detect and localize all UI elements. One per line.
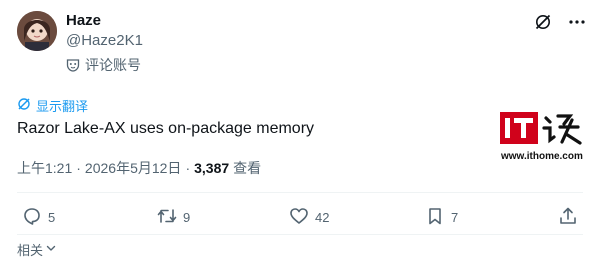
reply-count: 5: [48, 210, 56, 225]
top-actions: [534, 13, 586, 31]
tweet-date[interactable]: 2026年5月12日: [85, 158, 182, 178]
reply-icon: [22, 206, 42, 229]
reply-button[interactable]: 5: [22, 206, 55, 229]
views-count: 3,387: [194, 160, 230, 176]
mask-icon: [66, 58, 80, 72]
divider-top: [17, 192, 583, 193]
retweet-icon: [157, 206, 177, 229]
retweet-count: 9: [183, 210, 191, 225]
like-button[interactable]: 42: [289, 206, 329, 229]
ithome-logo: [500, 108, 588, 148]
meta-separator: ·: [185, 160, 191, 176]
more-options-icon[interactable]: [568, 13, 586, 31]
author-display-name[interactable]: Haze: [66, 12, 101, 30]
bookmark-icon: [425, 206, 445, 229]
like-count: 42: [315, 210, 330, 225]
tweet-meta: 上午1:21 · 2026年5月12日 · 3,387 查看: [17, 158, 261, 178]
related-dropdown[interactable]: 相关: [17, 240, 57, 259]
show-translation-link[interactable]: 显示翻译: [17, 96, 88, 115]
tweet-text: Razor Lake-AX uses on-package memory: [17, 120, 315, 137]
related-label: 相关: [17, 243, 44, 258]
tweet-actions: 5 9 42 7: [22, 206, 582, 228]
avatar[interactable]: [17, 11, 57, 51]
share-button[interactable]: [558, 206, 578, 229]
ithome-watermark: www.ithome.com: [494, 108, 594, 168]
views-label: 查看: [233, 160, 262, 176]
bookmark-count: 7: [451, 210, 459, 225]
show-translation-label: 显示翻译: [36, 99, 89, 114]
author-handle[interactable]: @Haze2K1: [66, 32, 143, 50]
share-icon: [558, 206, 578, 229]
translate-icon: [17, 97, 31, 114]
heart-icon: [289, 206, 309, 229]
retweet-button[interactable]: 9: [157, 206, 190, 229]
meta-separator: ·: [76, 160, 81, 176]
chevron-down-icon: [45, 242, 57, 257]
account-badge-label: 评论账号: [85, 57, 141, 73]
grok-icon[interactable]: [534, 13, 552, 31]
tweet-time[interactable]: 上午1:21: [17, 158, 72, 178]
bookmark-button[interactable]: 7: [425, 206, 458, 229]
account-badge: 评论账号: [66, 56, 141, 74]
divider-bottom: [17, 234, 583, 235]
ithome-url: www.ithome.com: [501, 151, 583, 162]
